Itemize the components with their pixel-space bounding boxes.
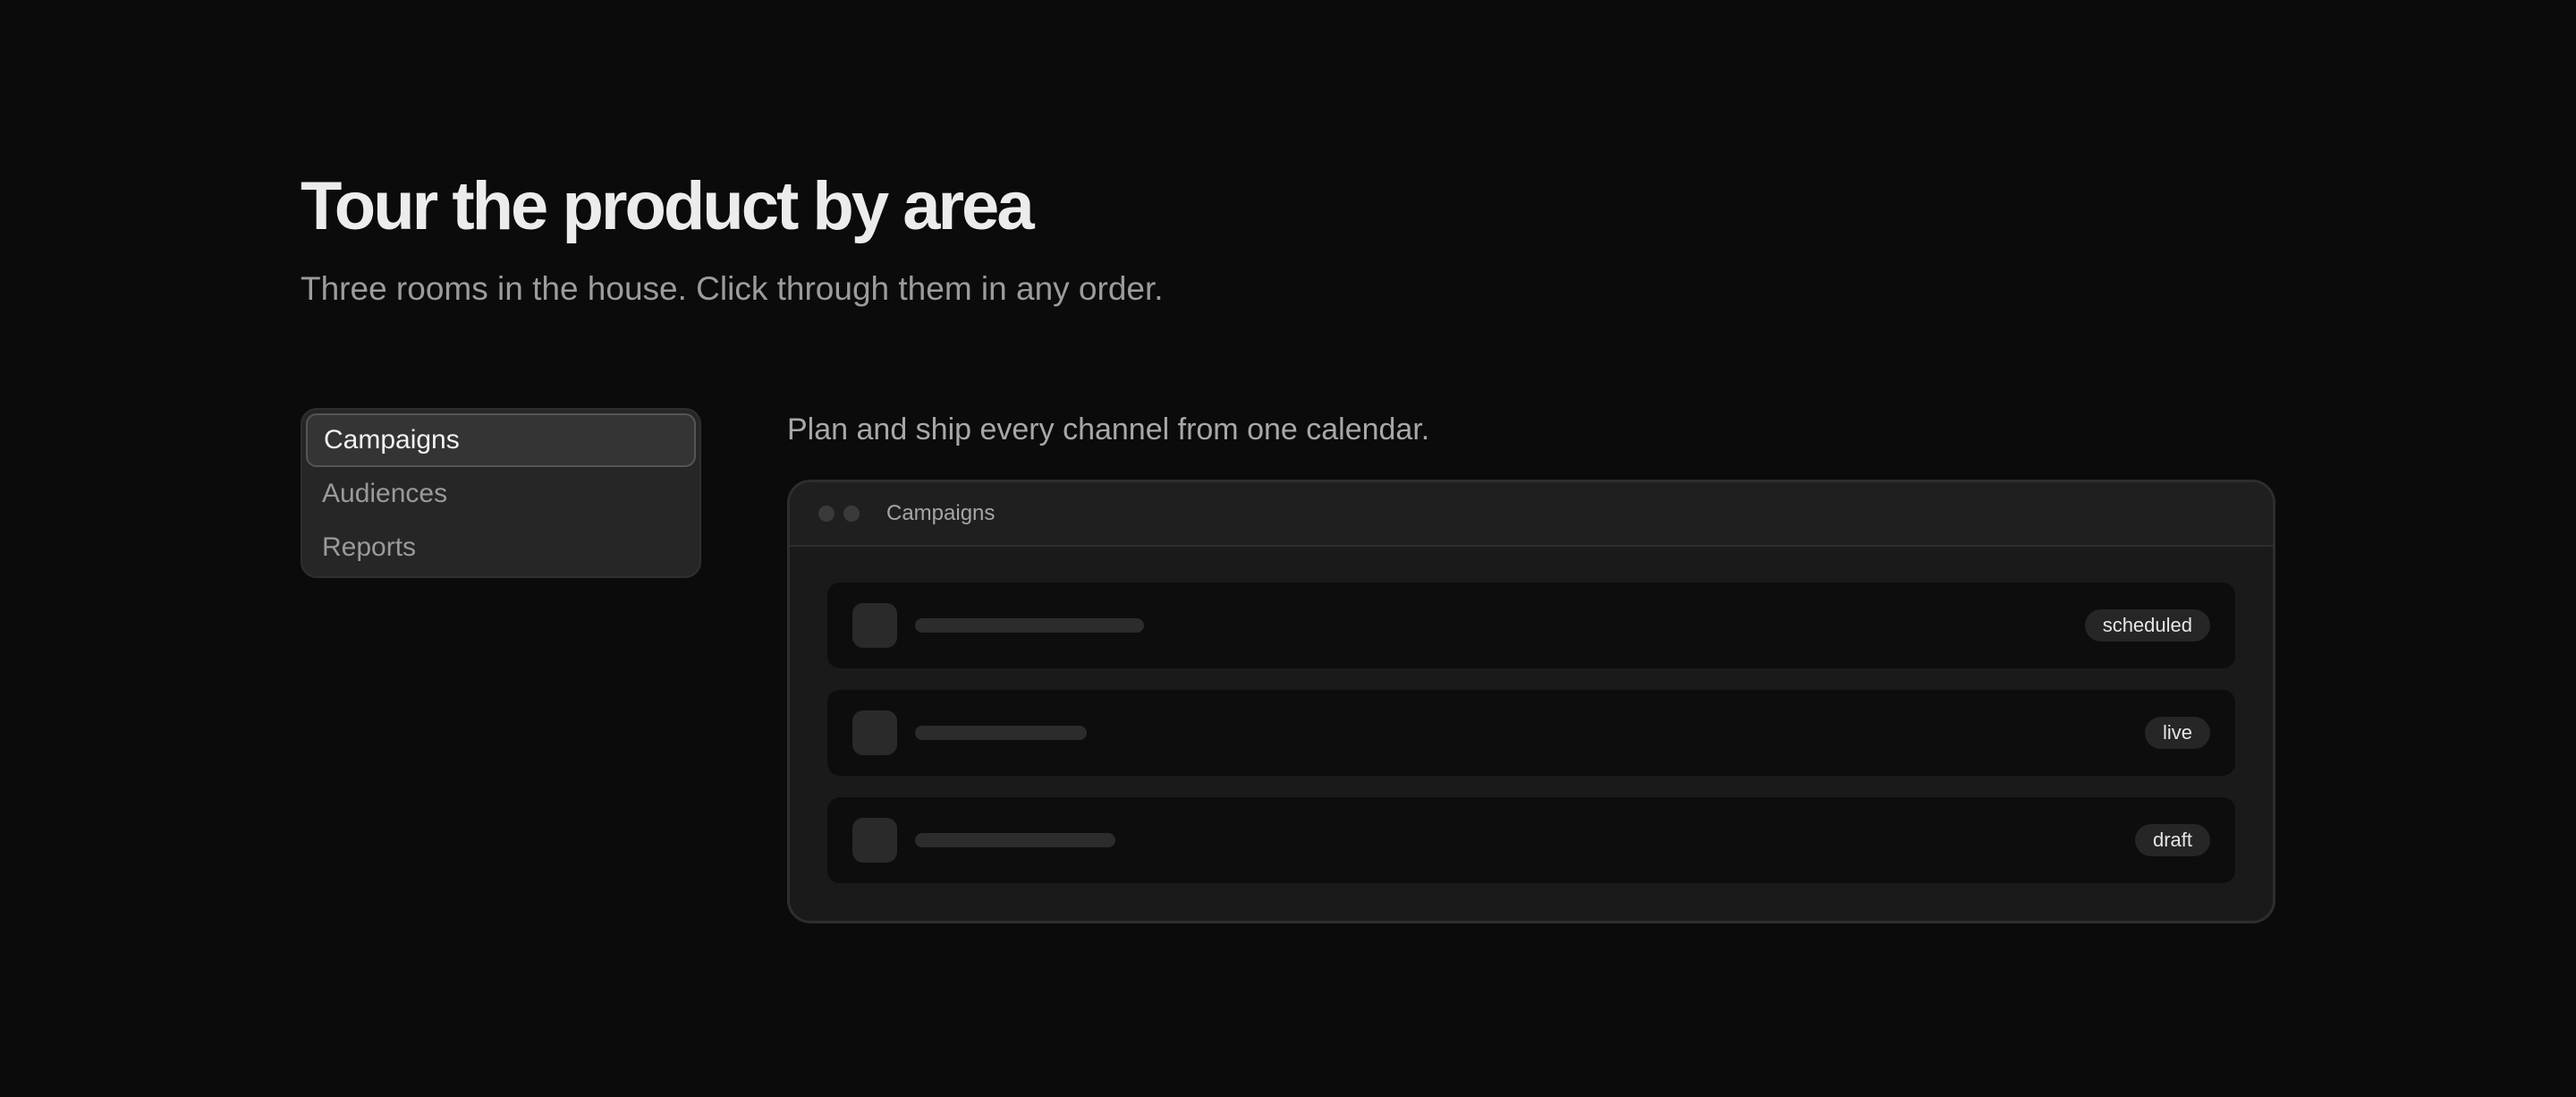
thumbnail-placeholder	[852, 603, 897, 648]
list-item[interactable]: live	[827, 690, 2235, 776]
tab-reports[interactable]: Reports	[306, 521, 696, 574]
status-badge: scheduled	[2084, 609, 2210, 642]
thumbnail-placeholder	[852, 710, 897, 755]
campaign-list: scheduled live draft	[790, 547, 2273, 883]
tab-audiences[interactable]: Audiences	[306, 467, 696, 521]
window-titlebar: Campaigns	[790, 482, 2273, 547]
page-subtitle: Three rooms in the house. Click through …	[301, 270, 1164, 307]
text-placeholder	[915, 618, 1144, 633]
status-badge: draft	[2134, 824, 2210, 856]
tab-campaigns[interactable]: Campaigns	[306, 413, 696, 467]
list-item[interactable]: scheduled	[827, 583, 2235, 668]
list-item[interactable]: draft	[827, 797, 2235, 883]
app-preview-window: Campaigns scheduled live draft	[787, 480, 2275, 923]
window-title: Campaigns	[886, 501, 996, 525]
area-tabs: Campaigns Audiences Reports	[301, 408, 701, 578]
page-title: Tour the product by area	[301, 168, 1035, 244]
thumbnail-placeholder	[852, 818, 897, 863]
window-dot-icon	[843, 506, 860, 522]
status-badge: live	[2144, 717, 2210, 749]
panel-caption: Plan and ship every channel from one cal…	[787, 412, 1430, 446]
hero: Tour the product by area Three rooms in …	[301, 168, 1164, 310]
text-placeholder	[915, 726, 1087, 740]
text-placeholder	[915, 833, 1115, 847]
window-dot-icon	[818, 506, 835, 522]
